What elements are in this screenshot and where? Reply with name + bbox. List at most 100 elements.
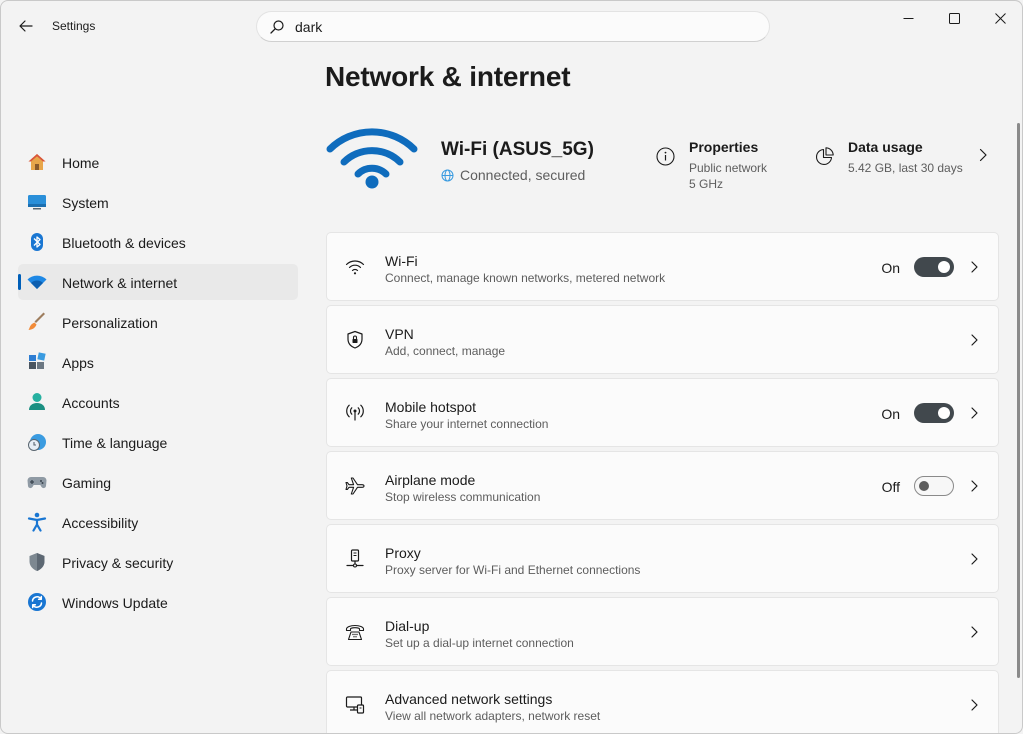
data-usage-title: Data usage [848,139,923,155]
sidebar-item-system[interactable]: System [18,184,298,220]
arrow-left-icon [19,20,33,32]
pie-chart-icon [815,147,834,166]
properties-title: Properties [689,139,759,155]
system-icon [28,195,46,210]
home-icon [28,154,46,170]
close-button[interactable] [977,1,1022,35]
globe-icon [441,169,454,182]
sidebar-item-label: Gaming [62,475,112,491]
info-icon [656,147,675,166]
card-subtitle: Share your internet connection [385,417,549,431]
chevron-right-icon [971,553,978,565]
vertical-scrollbar[interactable] [1017,123,1020,678]
sidebar-item-label: Home [62,155,100,171]
chevron-right-icon [971,407,978,419]
search-icon [270,20,284,34]
chevron-right-icon [971,480,978,492]
sidebar-item-windows-update[interactable]: Windows Update [18,584,298,620]
chevron-right-icon [971,626,978,638]
card-title: Wi-Fi [385,253,418,269]
wifi-toggle[interactable] [914,257,954,277]
card-subtitle: Set up a dial-up internet connection [385,636,574,650]
toggle-state-label: Off [881,479,900,495]
wifi-icon [345,260,365,275]
card-title: Advanced network settings [385,691,553,707]
connection-status: Connected, secured [441,167,585,183]
vpn-card[interactable]: VPN Add, connect, manage [326,305,999,374]
sidebar-item-label: Accounts [62,395,120,411]
dialup-icon [345,624,365,641]
card-subtitle: Connect, manage known networks, metered … [385,271,666,285]
sidebar-nav: Home System Bluetooth & devices Network … [18,144,298,624]
sidebar-item-accessibility[interactable]: Accessibility [18,504,298,540]
maximize-button[interactable] [931,1,977,35]
clock-globe-icon [28,434,46,451]
update-icon [28,593,46,611]
page-title: Network & internet [325,61,571,92]
sidebar-item-personalization[interactable]: Personalization [18,304,298,340]
connection-status-text: Connected, secured [460,167,586,183]
app-title: Settings [52,19,96,33]
data-usage-amount: 5.42 GB, last 30 days [848,161,963,175]
sidebar-item-label: Accessibility [62,515,139,531]
card-subtitle: Add, connect, manage [385,344,506,358]
connected-network-name: Wi-Fi (ASUS_5G) [441,139,594,160]
airplane-icon [345,477,365,495]
card-title: Mobile hotspot [385,399,477,415]
card-title: Dial-up [385,618,430,634]
chevron-right-icon [971,334,978,346]
minimize-button[interactable] [885,1,931,35]
title-bar: Settings [1,1,1022,51]
sidebar-item-apps[interactable]: Apps [18,344,298,380]
settings-window: Settings Home System Bluetooth & devices [0,0,1023,734]
sidebar-item-label: Time & language [62,435,168,451]
sidebar-item-label: Bluetooth & devices [62,235,186,251]
sidebar-item-label: Personalization [62,315,158,331]
gamepad-icon [27,477,47,489]
card-title: Proxy [385,545,421,561]
sidebar-item-label: Windows Update [62,595,168,611]
card-subtitle: Proxy server for Wi-Fi and Ethernet conn… [385,563,641,577]
card-title: Airplane mode [385,472,476,488]
chevron-right-icon [971,261,978,273]
back-button[interactable] [13,13,39,39]
chevron-right-icon[interactable] [977,148,989,162]
airplane-mode-card[interactable]: Airplane mode Stop wireless communicatio… [326,451,999,520]
mobile-hotspot-toggle[interactable] [914,403,954,423]
toggle-state-label: On [881,406,900,422]
advanced-network-settings-card[interactable]: Advanced network settings View all netwo… [326,670,999,733]
sidebar-item-bluetooth[interactable]: Bluetooth & devices [18,224,298,260]
search-input[interactable] [295,17,755,37]
network-band: 5 GHz [689,177,724,191]
shield-icon [29,553,45,571]
bluetooth-icon [31,233,43,251]
sidebar-item-label: Apps [62,355,94,371]
sidebar-item-gaming[interactable]: Gaming [18,464,298,500]
card-title: VPN [385,326,414,342]
proxy-card[interactable]: Proxy Proxy server for Wi-Fi and Etherne… [326,524,999,593]
card-subtitle: Stop wireless communication [385,490,541,504]
sidebar-item-time-language[interactable]: Time & language [18,424,298,460]
wifi-card[interactable]: Wi-Fi Connect, manage known networks, me… [326,232,999,301]
network-settings-list: Wi-Fi Connect, manage known networks, me… [326,232,999,733]
toggle-state-label: On [881,260,900,276]
sidebar-item-home[interactable]: Home [18,144,298,180]
accounts-icon [29,393,45,410]
hotspot-icon [346,404,364,421]
proxy-icon [346,549,364,568]
search-box[interactable] [256,11,770,42]
wifi-signal-icon [326,128,418,189]
sidebar-item-privacy[interactable]: Privacy & security [18,544,298,580]
network-profile: Public network [689,161,768,175]
airplane-mode-toggle[interactable] [914,476,954,496]
sidebar-item-network[interactable]: Network & internet [18,264,298,300]
sidebar-item-accounts[interactable]: Accounts [18,384,298,420]
close-icon [994,12,1006,24]
card-subtitle: View all network adapters, network reset [385,709,601,723]
brush-icon [28,312,45,330]
sidebar-item-label: Privacy & security [62,555,174,571]
mobile-hotspot-card[interactable]: Mobile hotspot Share your internet conne… [326,378,999,447]
sidebar-item-label: System [62,195,109,211]
sidebar-item-label: Network & internet [62,275,178,291]
dial-up-card[interactable]: Dial-up Set up a dial-up internet connec… [326,597,999,666]
